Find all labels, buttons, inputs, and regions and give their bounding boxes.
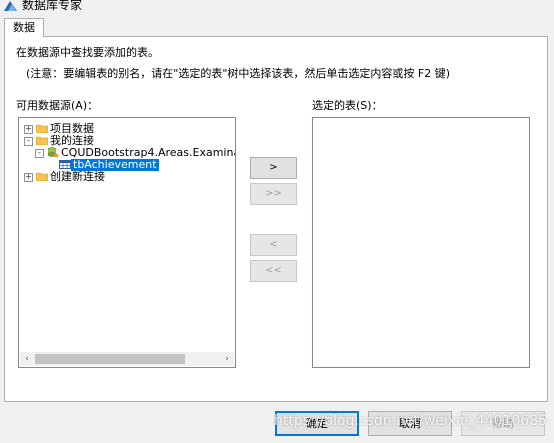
selected-tables-tree[interactable] xyxy=(312,117,530,368)
ok-button[interactable]: 确定 xyxy=(275,411,359,436)
cancel-button[interactable]: 取消 xyxy=(368,411,452,436)
tab-data[interactable]: 数据 xyxy=(4,18,44,37)
add-all-button[interactable]: >> xyxy=(250,183,297,205)
add-table-button[interactable]: > xyxy=(250,157,297,179)
available-sources-label: 可用数据源(A)： xyxy=(16,99,99,112)
note-text: (注意：要编辑表的别名，请在"选定的表"树中选择该表，然后单击选定内容或按 F2… xyxy=(26,67,451,80)
folder-icon xyxy=(36,124,48,133)
selected-tables-label: 选定的表(S)： xyxy=(312,99,383,112)
collapse-icon[interactable]: - xyxy=(24,137,33,146)
help-button[interactable]: 帮助 xyxy=(461,411,545,436)
table-icon xyxy=(59,160,71,169)
folder-icon xyxy=(36,136,48,145)
database-connection-icon xyxy=(47,147,59,158)
window-title: 数据库专家 xyxy=(22,0,83,12)
remove-table-button[interactable]: < xyxy=(250,234,297,256)
title-bar: 数据库专家 xyxy=(0,0,554,14)
horizontal-scrollbar[interactable]: ‹ › xyxy=(20,352,234,366)
available-sources-tree[interactable]: + 项目数据 - 我的连接 - CQUDBootstrap4.Areas.Exa… xyxy=(18,117,236,368)
remove-all-button[interactable]: << xyxy=(250,260,297,282)
expand-icon[interactable]: + xyxy=(24,173,33,182)
scroll-right-icon[interactable]: › xyxy=(220,352,234,366)
instruction-text: 在数据源中查找要添加的表。 xyxy=(16,46,159,59)
tree-item-label: 创建新连接 xyxy=(50,170,105,183)
collapse-icon[interactable]: - xyxy=(35,149,44,158)
scroll-left-icon[interactable]: ‹ xyxy=(20,352,34,366)
expand-icon[interactable]: + xyxy=(24,125,33,134)
crystal-reports-icon xyxy=(4,1,17,11)
scrollbar-thumb[interactable] xyxy=(35,354,185,364)
tree-item-create-connection[interactable]: + 创建新连接 xyxy=(24,171,224,183)
folder-icon xyxy=(36,172,48,181)
